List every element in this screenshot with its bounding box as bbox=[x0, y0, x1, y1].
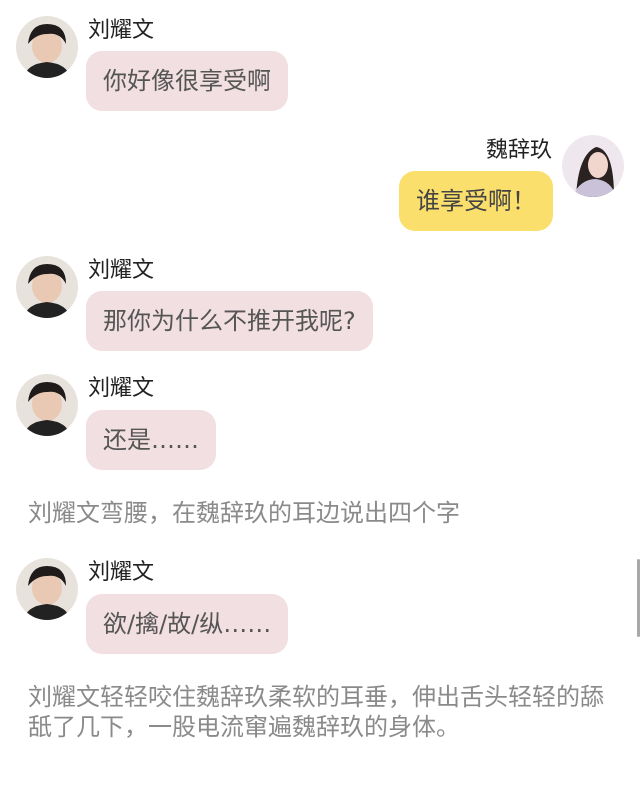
sender-name: 刘耀文 bbox=[88, 18, 155, 43]
message-bubble[interactable]: 那你为什么不推开我呢? bbox=[86, 291, 373, 351]
message-bubble[interactable]: 欲/擒/故/纵…… bbox=[86, 594, 289, 654]
message-bubble[interactable]: 还是…… bbox=[86, 410, 216, 470]
avatar-liu-yaowen[interactable] bbox=[16, 256, 78, 318]
narration-text: 刘耀文弯腰，在魏辞玖的耳边说出四个字 bbox=[28, 499, 460, 527]
avatar-liu-yaowen[interactable] bbox=[16, 16, 78, 78]
sender-name: 刘耀文 bbox=[88, 560, 155, 585]
narration-text: 刘耀文轻轻咬住魏辞玖柔软的耳垂，伸出舌头轻轻的舔舐了几下，一股电流窜遍魏辞玖的身… bbox=[28, 683, 604, 741]
message-bubble[interactable]: 你好像很享受啊 bbox=[86, 51, 288, 111]
sender-name: 魏辞玖 bbox=[485, 138, 552, 163]
avatar-wei-cijiu[interactable] bbox=[562, 135, 624, 197]
sender-name: 刘耀文 bbox=[88, 376, 155, 401]
sender-name: 刘耀文 bbox=[88, 258, 155, 283]
avatar-liu-yaowen[interactable] bbox=[16, 558, 78, 620]
avatar-liu-yaowen[interactable] bbox=[16, 374, 78, 436]
message-bubble[interactable]: 谁享受啊！ bbox=[399, 171, 553, 231]
